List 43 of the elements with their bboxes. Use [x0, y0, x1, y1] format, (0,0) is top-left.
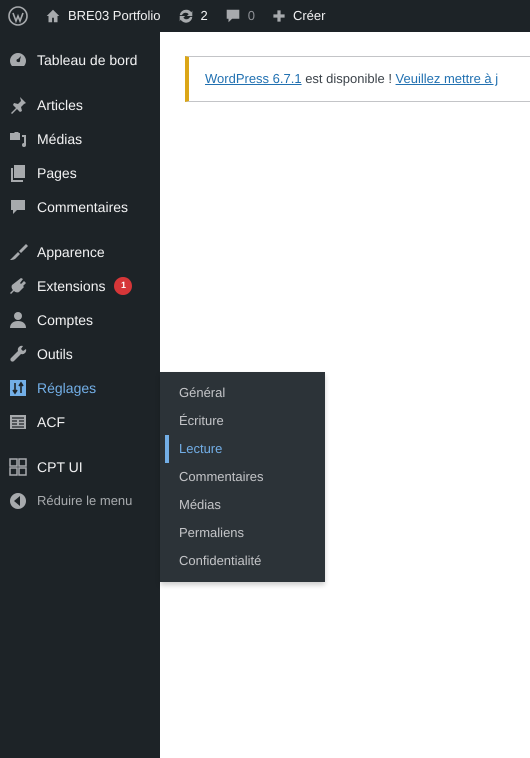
submenu-item[interactable]: Commentaires — [165, 463, 325, 491]
comment-icon — [8, 197, 28, 217]
sidebar-menu-item[interactable]: Médias — [0, 122, 160, 156]
submenu-item[interactable]: Permaliens — [165, 519, 325, 547]
sliders-icon — [8, 378, 28, 398]
submenu-item[interactable]: Confidentialité — [165, 547, 325, 575]
wordpress-logo-icon — [8, 6, 28, 26]
version-link[interactable]: WordPress 6.7.1 — [205, 71, 302, 86]
submenu-item[interactable]: Écriture — [165, 407, 325, 435]
wrench-icon — [8, 344, 28, 364]
sidebar-menu-item[interactable]: Pages — [0, 156, 160, 190]
update-link[interactable]: Veuillez mettre à j — [396, 71, 498, 86]
sidebar-menu-item[interactable]: Apparence — [0, 235, 160, 269]
user-icon — [8, 310, 28, 330]
sidebar-menu-item[interactable]: Commentaires — [0, 190, 160, 224]
sidebar-menu-item[interactable]: Réduire le menu — [0, 484, 160, 518]
refresh-icon — [176, 7, 194, 25]
collapse-icon — [8, 491, 28, 511]
sidebar-menu-item[interactable]: Réglages — [0, 371, 160, 405]
notice-text: WordPress 6.7.1 est disponible ! Veuillez mettre à j — [205, 71, 498, 86]
home-icon — [44, 7, 62, 25]
sidebar-menu-item[interactable]: Extensions 1 — [0, 269, 160, 303]
sidebar-menu-item[interactable]: CPT UI — [0, 450, 160, 484]
sidebar-menu-item[interactable]: Outils — [0, 337, 160, 371]
sidebar-menu-item[interactable]: Articles — [0, 88, 160, 122]
submenu-item[interactable]: Général — [165, 379, 325, 407]
submenu-item[interactable]: Médias — [165, 491, 325, 519]
table-icon — [8, 412, 28, 432]
comment-icon — [224, 7, 242, 25]
sidebar-menu-item[interactable]: ACF — [0, 405, 160, 439]
plug-icon — [8, 276, 28, 296]
comments-count[interactable]: 0 — [248, 6, 255, 26]
pages-icon — [8, 163, 28, 183]
notification-badge: 1 — [114, 277, 132, 295]
updates-count[interactable]: 2 — [200, 6, 208, 26]
media-icon — [8, 129, 28, 149]
plus-icon — [270, 8, 287, 24]
new-content-link[interactable]: Créer — [292, 6, 326, 26]
site-name-link[interactable]: BRE03 Portfolio — [68, 6, 160, 26]
submenu-item[interactable]: Lecture — [165, 435, 325, 463]
sidebar-menu-item[interactable]: Comptes — [0, 303, 160, 337]
grid-icon — [8, 457, 28, 477]
sidebar-menu-item[interactable]: Tableau de bord — [0, 43, 160, 77]
